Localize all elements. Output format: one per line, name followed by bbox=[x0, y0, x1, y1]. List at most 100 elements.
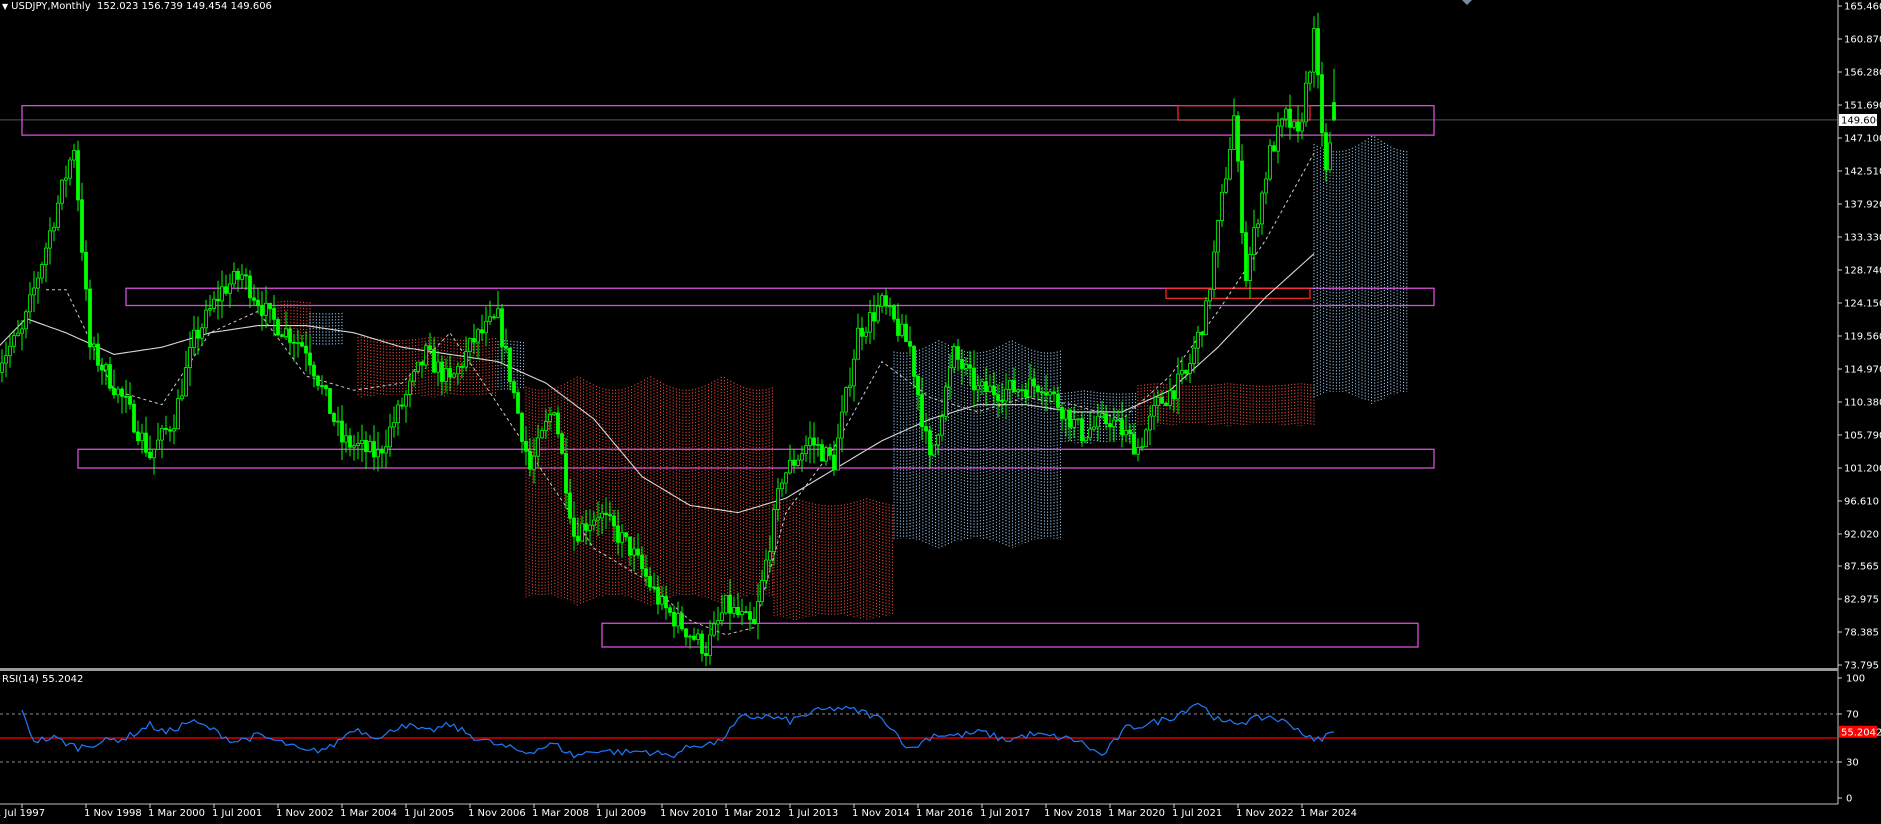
price-tick-label: 124.150 bbox=[1844, 298, 1881, 309]
candle-body-bear bbox=[500, 308, 504, 347]
candle-body-bear bbox=[616, 525, 620, 543]
candle-body-bear bbox=[80, 199, 84, 253]
candle-body-bull bbox=[436, 361, 440, 373]
candle-body-bull bbox=[900, 323, 904, 336]
candle-body-bear bbox=[1272, 145, 1276, 152]
candle-body-bear bbox=[736, 607, 740, 616]
candle-body-bear bbox=[1332, 102, 1336, 121]
candle-body-bear bbox=[1240, 160, 1244, 233]
candle-body-bull bbox=[1100, 413, 1104, 417]
candle-body-bear bbox=[1104, 413, 1108, 425]
candle-body-bear bbox=[728, 594, 732, 614]
candle-body-bull bbox=[588, 524, 592, 531]
candle-body-bear bbox=[1060, 406, 1064, 420]
candle-body-bear bbox=[216, 298, 220, 302]
candle-body-bear bbox=[504, 345, 508, 349]
candle-body-bull bbox=[596, 517, 600, 521]
price-tick-label: 160.870 bbox=[1844, 34, 1881, 45]
time-tick-label: 1 Jul 2001 bbox=[212, 808, 262, 819]
candle-body-bear bbox=[196, 329, 200, 339]
candle-body-bear bbox=[1324, 132, 1328, 171]
candle-body-bull bbox=[720, 612, 724, 622]
candle-body-bear bbox=[584, 523, 588, 531]
rsi-label[interactable]: RSI(14) 55.2042 bbox=[2, 674, 83, 685]
candle-body-bear bbox=[1036, 385, 1040, 393]
candle-body-bull bbox=[32, 287, 36, 296]
candle-body-bull bbox=[1048, 391, 1052, 396]
candle-body-bull bbox=[44, 247, 48, 266]
candle-body-bear bbox=[448, 368, 452, 378]
candle-body-bear bbox=[644, 568, 648, 577]
time-tick-label: 1 Jul 2005 bbox=[404, 808, 454, 819]
candle-body-bull bbox=[788, 459, 792, 474]
candle-body-bull bbox=[1276, 125, 1280, 152]
candle-body-bear bbox=[656, 586, 660, 605]
candle-body-bull bbox=[864, 331, 868, 337]
candle-body-bear bbox=[1056, 393, 1060, 408]
candle-body-bull bbox=[836, 437, 840, 471]
candle-body-bear bbox=[288, 328, 292, 343]
candle-body-bear bbox=[628, 536, 632, 556]
candle-body-bear bbox=[84, 251, 88, 290]
candle-body-bull bbox=[856, 327, 860, 360]
candle-body-bear bbox=[372, 441, 376, 458]
candle-body-bear bbox=[76, 150, 80, 201]
candle-body-bear bbox=[340, 420, 344, 443]
candle-body-bear bbox=[492, 316, 496, 319]
candle-body-bull bbox=[1152, 405, 1156, 417]
candle-body-bull bbox=[160, 427, 164, 441]
candle-body-bull bbox=[1180, 370, 1184, 375]
time-axis[interactable]: 1 Jul 1997 1 Nov 1998 1 Mar 2000 1 Jul 2001… bbox=[0, 803, 1838, 819]
candle-body-bull bbox=[964, 364, 968, 369]
symbol-menu-caret-icon[interactable]: ▼ bbox=[2, 2, 8, 11]
price-tick-label: 128.740 bbox=[1844, 265, 1881, 276]
time-tick-label: 1 Mar 2016 bbox=[916, 808, 973, 819]
candle-body-bear bbox=[664, 596, 668, 609]
candle-body-bear bbox=[1108, 423, 1112, 428]
candle-body-bear bbox=[752, 619, 756, 624]
time-tick-label: 1 Mar 2008 bbox=[532, 808, 589, 819]
candle-body-bull bbox=[1192, 347, 1196, 365]
candle-body-bear bbox=[528, 450, 532, 470]
candle-body-bull bbox=[1124, 429, 1128, 436]
candle-body-bear bbox=[916, 375, 920, 395]
candle-body-bear bbox=[1160, 397, 1164, 404]
candle-body-bear bbox=[348, 435, 352, 448]
candle-body-bull bbox=[336, 420, 340, 423]
candle-body-bear bbox=[608, 514, 612, 517]
time-tick-label: 1 Nov 2022 bbox=[1236, 808, 1294, 819]
candle-body-bear bbox=[316, 375, 320, 386]
rsi-pane[interactable] bbox=[0, 702, 1838, 763]
candle-body-bull bbox=[1112, 419, 1116, 428]
candle-body-bear bbox=[1184, 370, 1188, 374]
candle-body-bull bbox=[800, 453, 804, 461]
chart-canvas[interactable]: 165.460 160.870 156.280 151.690 147.100 142.5… bbox=[0, 0, 1881, 824]
candle-body-bull bbox=[676, 613, 680, 627]
candle-body-bull bbox=[1148, 415, 1152, 431]
pane-separator[interactable] bbox=[0, 668, 1838, 671]
candle-body-bull bbox=[1208, 289, 1212, 302]
candle-body-bull bbox=[4, 355, 8, 364]
candle-body-bull bbox=[92, 343, 96, 348]
candle-body-bear bbox=[472, 338, 476, 343]
candle-body-bear bbox=[884, 295, 888, 307]
candle-body-bull bbox=[844, 387, 848, 413]
rsi-axis[interactable]: 100 70 30 0 55.2042 bbox=[1838, 674, 1881, 805]
candle-body-bull bbox=[496, 308, 500, 318]
rsi-tick-label: 70 bbox=[1846, 710, 1859, 721]
candle-body-bull bbox=[1144, 429, 1148, 448]
candle-body-bull bbox=[1004, 388, 1008, 402]
candle-body-bear bbox=[400, 404, 404, 407]
candle-body-bull bbox=[188, 347, 192, 369]
candle-body-bear bbox=[440, 361, 444, 382]
candle-body-bear bbox=[692, 635, 696, 640]
candle-body-bear bbox=[380, 449, 384, 454]
candle-body-bull bbox=[1116, 419, 1120, 422]
candle-body-bull bbox=[696, 633, 700, 640]
candle-body-bull bbox=[468, 338, 472, 353]
candle-body-bull bbox=[64, 177, 68, 181]
candle-body-bull bbox=[1064, 409, 1068, 420]
symbol-timeframe[interactable]: USDJPY,Monthly bbox=[11, 1, 90, 12]
candle-body-bull bbox=[840, 411, 844, 439]
candle-body-bear bbox=[872, 312, 876, 322]
